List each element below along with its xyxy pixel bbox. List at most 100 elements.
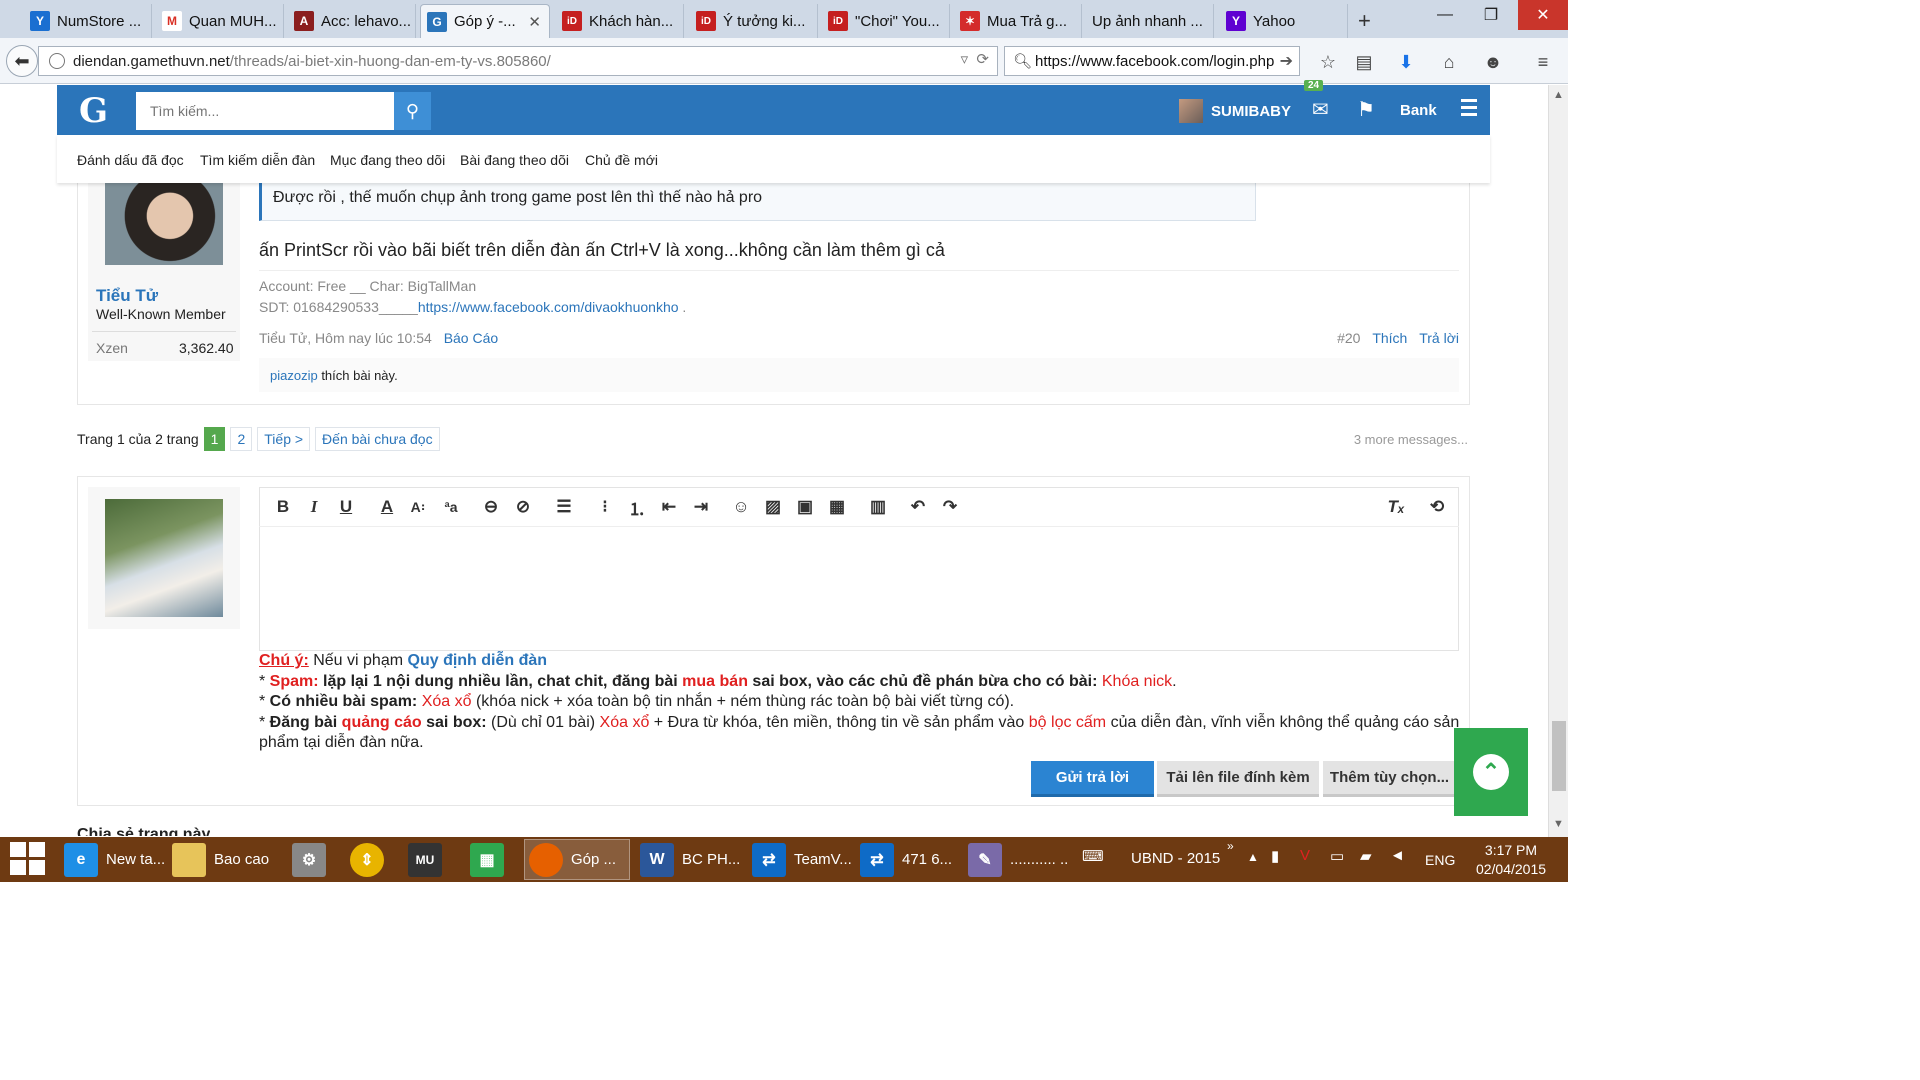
taskbar-item[interactable]: ⇕: [346, 839, 390, 880]
bold-icon[interactable]: B: [272, 496, 294, 518]
bookmark-star-icon[interactable]: ☆: [1317, 51, 1339, 73]
bank-link[interactable]: Bank: [1400, 102, 1437, 119]
user-menu[interactable]: SUMIBABY: [1179, 99, 1291, 123]
numbered-list-icon[interactable]: ⒈: [626, 496, 648, 519]
nav-new-threads[interactable]: Chủ đề mới: [585, 152, 658, 168]
nav-watched-threads[interactable]: Bài đang theo dõi: [460, 152, 569, 168]
nav-watched-forums[interactable]: Mục đang theo dõi: [330, 152, 445, 168]
font-size-icon[interactable]: A꞉: [407, 496, 429, 518]
reading-list-icon[interactable]: ▤: [1353, 51, 1375, 73]
back-button[interactable]: ⬅: [6, 45, 38, 77]
browser-search-bar[interactable]: 🔍︎ https://www.facebook.com/login.php ➔: [1004, 46, 1300, 76]
download-icon[interactable]: ⬇: [1395, 51, 1417, 73]
power-icon[interactable]: ▰: [1360, 847, 1372, 865]
underline-icon[interactable]: U: [335, 496, 357, 518]
italic-icon[interactable]: I: [303, 496, 325, 518]
smilie-icon[interactable]: ☺: [730, 496, 752, 518]
indent-icon[interactable]: ⇥: [690, 496, 712, 518]
chat-icon[interactable]: ☻: [1482, 51, 1504, 73]
scroll-to-top-button[interactable]: ⌃: [1454, 728, 1528, 816]
taskbar-item[interactable]: Bao cao: [168, 839, 272, 880]
liker-link[interactable]: piazozip: [270, 368, 318, 383]
taskbar-item[interactable]: MU: [404, 839, 458, 880]
minimize-icon[interactable]: —: [1422, 0, 1468, 30]
more-options-button[interactable]: Thêm tùy chọn...: [1323, 761, 1456, 797]
unread-post-button[interactable]: Đến bài chưa đọc: [315, 427, 440, 451]
system-clock[interactable]: 3:17 PM 02/04/2015: [1472, 841, 1550, 879]
taskbar-item[interactable]: W BC PH...: [636, 839, 740, 880]
unlink-icon[interactable]: ⊘: [512, 496, 534, 518]
report-link[interactable]: Báo Cáo: [444, 330, 498, 346]
page-2-button[interactable]: 2: [230, 427, 253, 451]
remove-format-icon[interactable]: Tₓ: [1385, 496, 1407, 518]
go-arrow-icon[interactable]: ➔: [1280, 51, 1293, 71]
nav-mark-read[interactable]: Đánh dấu đã đọc: [77, 152, 184, 168]
align-icon[interactable]: ☰: [553, 496, 575, 518]
taskbar-item[interactable]: e New ta...: [60, 839, 164, 880]
menu-icon[interactable]: ≡: [1532, 51, 1554, 73]
restore-icon[interactable]: ❐: [1468, 0, 1514, 30]
media-icon[interactable]: ▣: [794, 496, 816, 518]
bullet-list-icon[interactable]: ⁝: [594, 496, 616, 518]
browser-tab-active[interactable]: G Góp ý -... ✕: [420, 4, 550, 38]
home-icon[interactable]: ⌂: [1438, 51, 1460, 73]
browser-tab[interactable]: M Quan MUH...: [156, 4, 284, 38]
browser-tab[interactable]: iD Khách hàn...: [556, 4, 684, 38]
save-draft-icon[interactable]: ▥: [867, 496, 889, 518]
author-name[interactable]: Tiểu Tử: [96, 286, 158, 306]
reply-link[interactable]: Trả lời: [1419, 330, 1459, 346]
link-icon[interactable]: ⊖: [480, 496, 502, 518]
taskbar-item[interactable]: ⚙: [288, 839, 332, 880]
close-window-icon[interactable]: ✕: [1518, 0, 1568, 30]
toggle-bbcode-icon[interactable]: ⟲: [1426, 496, 1448, 518]
taskbar-item-active[interactable]: Góp ...: [524, 839, 630, 880]
show-hidden-icons[interactable]: ▲: [1247, 850, 1259, 864]
font-family-icon[interactable]: ªa: [440, 496, 462, 518]
expand-toolbar-icon[interactable]: »: [1227, 839, 1234, 853]
site-logo[interactable]: G: [79, 91, 108, 131]
font-color-icon[interactable]: A: [376, 496, 398, 518]
scrollbar-thumb[interactable]: [1552, 721, 1566, 791]
volume-muted-icon[interactable]: ◄: [1390, 847, 1405, 864]
browser-tab[interactable]: iD Ý tưởng ki...: [690, 4, 818, 38]
search-button[interactable]: ⚲: [394, 92, 431, 130]
scroll-up-icon[interactable]: ▲: [1553, 89, 1564, 101]
outdent-icon[interactable]: ⇤: [658, 496, 680, 518]
browser-tab[interactable]: ✶ Mua Trả g...: [954, 4, 1082, 38]
taskbar-item[interactable]: ✎........... ...: [964, 839, 1068, 880]
windows-start-icon[interactable]: [10, 842, 46, 876]
scroll-down-icon[interactable]: ▼: [1553, 818, 1564, 830]
like-link[interactable]: Thích: [1372, 330, 1407, 346]
browser-tab[interactable]: A Acc: lehavo...: [288, 4, 416, 38]
reload-icon[interactable]: ▿ ⟳: [961, 50, 989, 68]
submit-reply-button[interactable]: Gửi trả lời: [1031, 761, 1154, 797]
forum-search-input[interactable]: [136, 92, 394, 130]
redo-icon[interactable]: ↷: [939, 496, 961, 518]
insert-icon[interactable]: ▦: [826, 496, 848, 518]
address-bar[interactable]: diendan.gamethuvn.net /threads/ai-biet-x…: [38, 46, 998, 76]
image-icon[interactable]: ▨: [762, 496, 784, 518]
page-scrollbar[interactable]: ▲ ▼: [1548, 85, 1568, 837]
new-tab-button[interactable]: +: [1358, 8, 1371, 34]
undo-icon[interactable]: ↶: [907, 496, 929, 518]
antivirus-icon[interactable]: V: [1300, 847, 1310, 864]
more-messages-link[interactable]: 3 more messages...: [1354, 432, 1468, 447]
language-indicator[interactable]: ENG: [1425, 852, 1455, 868]
close-tab-icon[interactable]: ✕: [528, 13, 541, 31]
browser-tab[interactable]: Y NumStore ...: [24, 4, 152, 38]
network-icon[interactable]: ▮: [1271, 847, 1279, 865]
post-number[interactable]: #20: [1337, 330, 1360, 346]
taskbar-item[interactable]: ⇄ 471 6...: [856, 839, 960, 880]
next-page-button[interactable]: Tiếp >: [257, 427, 311, 451]
toolbar-label[interactable]: UBND - 2015: [1131, 850, 1220, 867]
signature-link[interactable]: https://www.facebook.com/divaokhuonkho: [418, 299, 679, 315]
browser-tab[interactable]: Y Yahoo: [1220, 4, 1348, 38]
rules-link[interactable]: Quy định diễn đàn: [408, 652, 548, 669]
taskbar-item[interactable]: ⇄ TeamV...: [748, 839, 852, 880]
envelope-icon[interactable]: ✉: [1312, 97, 1329, 122]
action-center-icon[interactable]: ▭: [1330, 847, 1344, 865]
upload-attachment-button[interactable]: Tải lên file đính kèm: [1157, 761, 1319, 797]
taskbar-item[interactable]: ▦: [466, 839, 512, 880]
page-1-button[interactable]: 1: [203, 427, 226, 451]
hamburger-icon[interactable]: [1461, 99, 1477, 120]
